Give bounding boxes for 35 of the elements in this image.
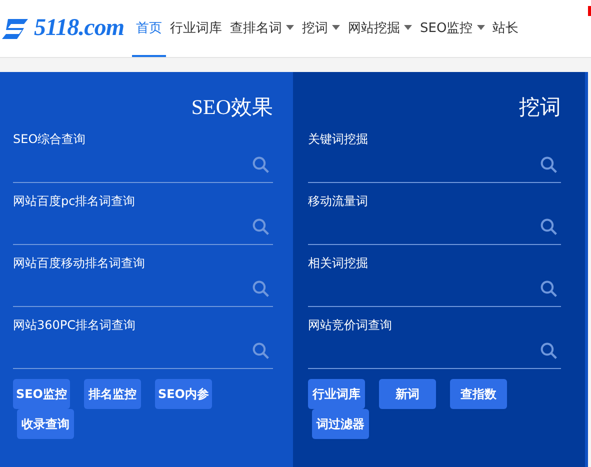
nav-tab[interactable]: 首页 (132, 0, 166, 57)
search-icon[interactable] (252, 218, 270, 236)
link-button[interactable]: SEO内参 (155, 379, 212, 409)
field-label: 网站百度pc排名词查询 (13, 193, 136, 210)
logo-text[interactable]: 5118.com (34, 15, 124, 42)
field-label: 相关词挖掘 (308, 255, 369, 272)
nav-tab[interactable]: 行业词库 (166, 0, 226, 57)
field-label: SEO综合查询 (13, 131, 87, 148)
search-icon[interactable] (540, 156, 558, 174)
link-button[interactable]: 行业词库 (308, 379, 365, 409)
link-button[interactable]: 新词 (379, 379, 436, 409)
link-button[interactable]: 排名监控 (84, 379, 141, 409)
nav-tab[interactable]: 查排名词 (226, 0, 298, 57)
field-label: 网站竞价词查询 (308, 317, 393, 334)
field-label: 网站360PC排名词查询 (13, 317, 137, 334)
link-button[interactable]: 收录查询 (17, 409, 74, 439)
link-button[interactable]: 查指数 (450, 379, 507, 409)
nav-tab[interactable]: SEO监控 (416, 0, 489, 57)
search-icon[interactable] (540, 342, 558, 360)
nav-tab[interactable]: 挖词 (298, 0, 344, 57)
search-icon[interactable] (252, 156, 270, 174)
search-icon[interactable] (540, 218, 558, 236)
nav-tab[interactable]: 网站挖掘 (344, 0, 416, 57)
search-icon[interactable] (252, 342, 270, 360)
nav-tab[interactable]: 站长 (488, 0, 523, 57)
link-button[interactable]: 词过滤器 (312, 409, 369, 439)
field-label: 关键词挖掘 (308, 131, 369, 148)
field-label: 移动流量词 (308, 193, 369, 210)
search-icon[interactable] (540, 280, 558, 298)
search-icon[interactable] (252, 280, 270, 298)
badge-icon (588, 6, 591, 16)
link-button[interactable]: SEO监控 (13, 379, 70, 409)
field-label: 网站百度移动排名词查询 (13, 255, 146, 272)
panel-title: 挖词 (518, 94, 561, 120)
panel-title: SEO效果 (190, 94, 273, 120)
